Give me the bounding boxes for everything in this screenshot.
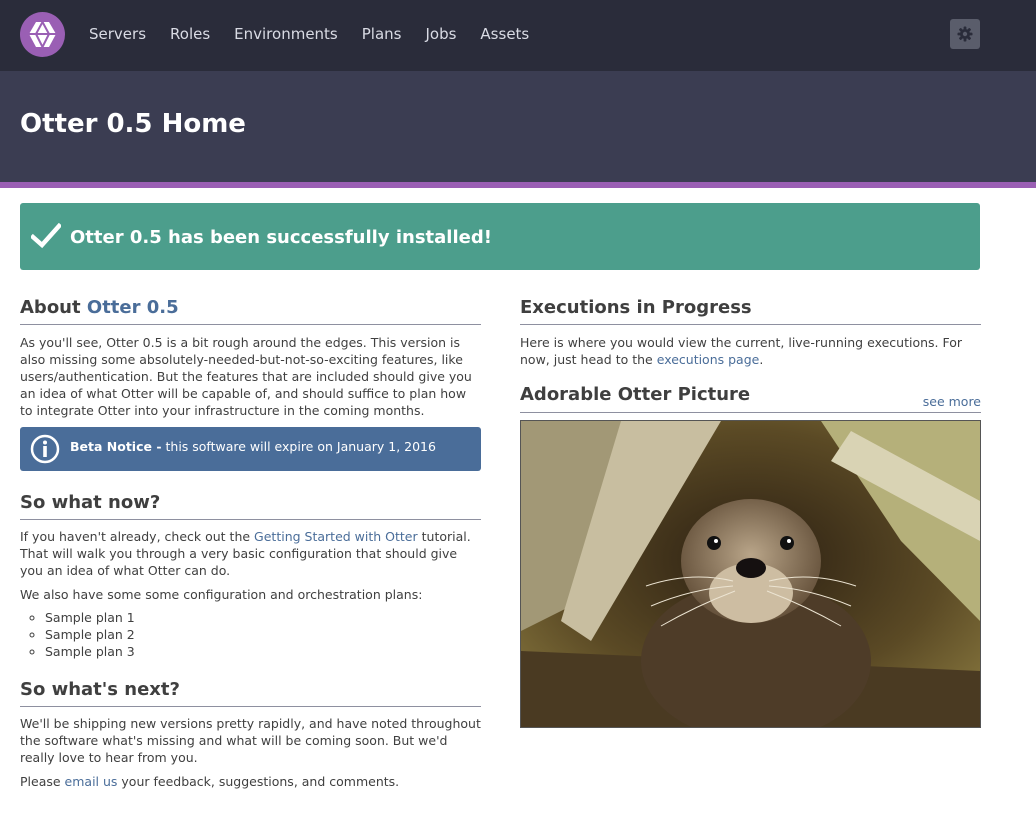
header-accent-stripe: [0, 182, 1036, 188]
about-text: As you'll see, Otter 0.5 is a bit rough …: [20, 335, 472, 418]
nav-environments[interactable]: Environments: [234, 25, 338, 43]
settings-button[interactable]: [950, 19, 980, 49]
gear-icon: [957, 26, 973, 42]
nav-assets[interactable]: Assets: [480, 25, 529, 43]
info-circle-icon: [30, 434, 60, 464]
getting-started-link[interactable]: Getting Started with Otter: [254, 529, 418, 544]
executions-text-after: .: [759, 352, 764, 367]
feedback-after: your feedback, suggestions, and comments…: [117, 774, 400, 789]
about-heading: About Otter 0.5: [20, 296, 481, 325]
checkmark-icon: [31, 223, 61, 249]
getting-started-text: If you haven't already, check out the Ge…: [20, 528, 481, 579]
whats-next-text: We'll be shipping new versions pretty ra…: [20, 716, 481, 765]
top-navbar: Servers Roles Environments Plans Jobs As…: [0, 0, 1036, 71]
beta-notice-text: Beta Notice - this software will expire …: [70, 439, 436, 454]
main-nav: Servers Roles Environments Plans Jobs As…: [89, 0, 553, 67]
otter-picture-header: Adorable Otter Picture see more: [520, 384, 981, 413]
feedback-text: Please email us your feedback, suggestio…: [20, 773, 481, 790]
right-column: Executions in Progress Here is where you…: [520, 296, 981, 728]
list-item: Sample plan 2: [45, 626, 481, 643]
whats-next-heading: So what's next?: [20, 678, 481, 707]
beta-notice-label: Beta Notice -: [70, 439, 162, 454]
see-more-link[interactable]: see more: [923, 394, 981, 409]
plans-intro-text: We also have some some configuration and…: [20, 587, 423, 602]
sample-plans-list: Sample plan 1 Sample plan 2 Sample plan …: [20, 609, 481, 660]
about-heading-prefix: About: [20, 297, 81, 318]
feedback-before: Please: [20, 774, 65, 789]
executions-text: Here is where you would view the current…: [520, 334, 981, 368]
otter-hexagon-logo-icon: [29, 21, 56, 48]
list-item: Sample plan 1: [45, 609, 481, 626]
otter-picture-heading: Adorable Otter Picture: [520, 384, 751, 405]
nav-plans[interactable]: Plans: [362, 25, 402, 43]
otter-photo[interactable]: [520, 420, 981, 728]
page-title: Otter 0.5 Home: [20, 109, 246, 139]
success-message: Otter 0.5 has been successfully installe…: [70, 227, 492, 248]
getting-started-before: If you haven't already, check out the: [20, 529, 255, 544]
page-header: Otter 0.5 Home: [0, 71, 1036, 182]
executions-page-link[interactable]: executions page: [657, 352, 760, 367]
nav-roles[interactable]: Roles: [170, 25, 210, 43]
otter-logo[interactable]: [20, 12, 65, 57]
left-column: About Otter 0.5 As you'll see, Otter 0.5…: [20, 296, 481, 790]
nav-jobs[interactable]: Jobs: [425, 25, 456, 43]
beta-notice: Beta Notice - this software will expire …: [20, 427, 481, 471]
executions-heading: Executions in Progress: [520, 296, 981, 325]
so-what-now-heading: So what now?: [20, 491, 481, 520]
email-us-link[interactable]: email us: [65, 774, 118, 789]
list-item: Sample plan 3: [45, 643, 481, 660]
otter-version-link[interactable]: Otter 0.5: [87, 297, 179, 318]
nav-servers[interactable]: Servers: [89, 25, 146, 43]
otter-photo-image: [521, 421, 980, 727]
success-banner: Otter 0.5 has been successfully installe…: [20, 203, 980, 270]
beta-notice-detail: this software will expire on January 1, …: [161, 439, 436, 454]
